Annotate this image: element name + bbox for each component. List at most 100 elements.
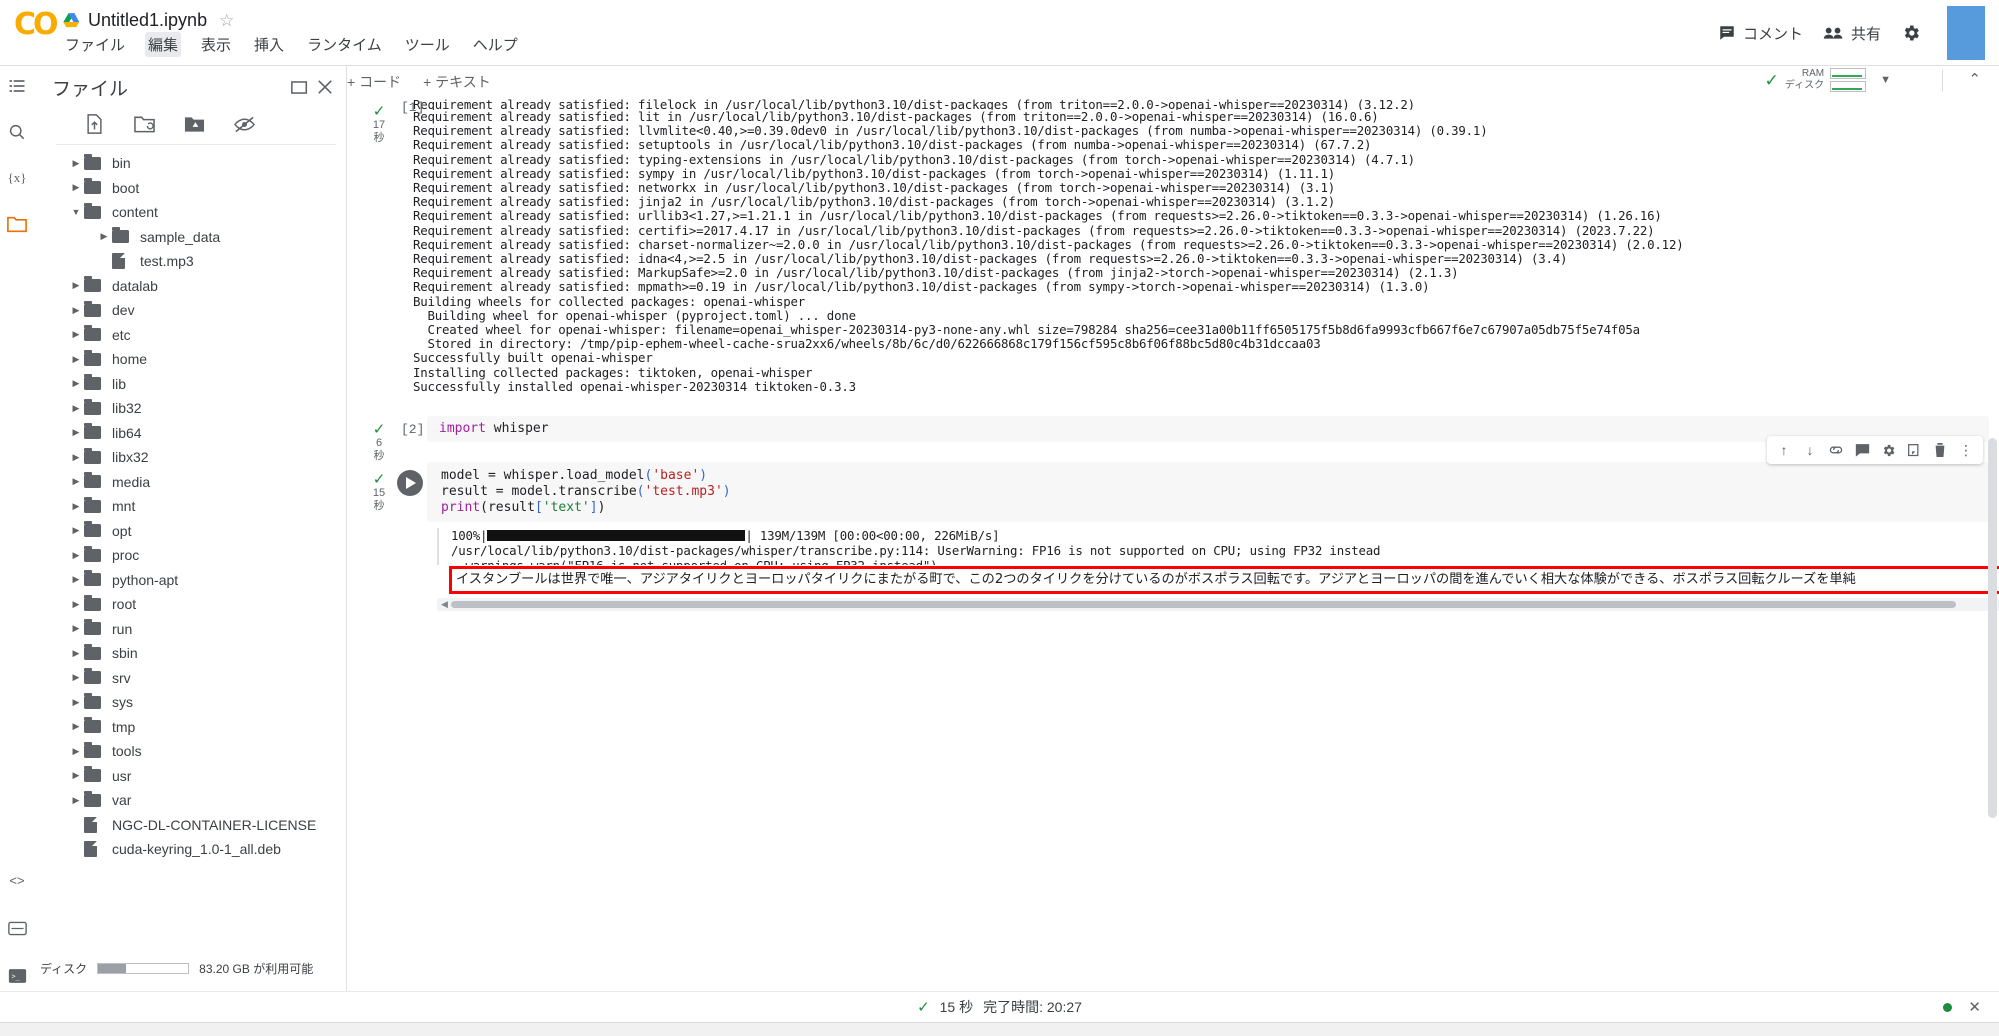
- cell-3-code[interactable]: model = whisper.load_model('base') resul…: [427, 462, 1989, 523]
- settings-button[interactable]: [1891, 17, 1931, 49]
- chevron-up-icon[interactable]: ⌃: [1968, 70, 1981, 88]
- user-avatar[interactable]: [1947, 6, 1985, 60]
- chevron-right-icon[interactable]: ▶: [68, 501, 84, 512]
- menu-help[interactable]: ヘルプ: [470, 32, 521, 57]
- menu-file[interactable]: ファイル: [62, 32, 128, 57]
- cell-2-code[interactable]: import whisper: [427, 416, 1989, 443]
- chevron-right-icon[interactable]: ▶: [68, 746, 84, 757]
- chevron-down-icon[interactable]: ▼: [68, 207, 84, 217]
- add-comment-icon[interactable]: [1849, 437, 1875, 463]
- delete-cell-icon[interactable]: [1927, 437, 1953, 463]
- run-cell-button[interactable]: [397, 470, 423, 497]
- tree-folder-row[interactable]: ▶ var: [34, 788, 346, 813]
- tree-folder-row[interactable]: ▶ sample_data: [34, 225, 346, 250]
- tree-folder-row[interactable]: ▶ opt: [34, 519, 346, 544]
- tree-folder-row[interactable]: ▶ mnt: [34, 494, 346, 519]
- close-icon[interactable]: [312, 74, 338, 100]
- scrollbar-thumb[interactable]: [451, 601, 1956, 609]
- search-icon[interactable]: [5, 120, 29, 144]
- output-horizontal-scrollbar[interactable]: ◀ ▶: [437, 598, 1999, 612]
- tree-folder-row[interactable]: ▶ run: [34, 617, 346, 642]
- chevron-right-icon[interactable]: ▶: [68, 574, 84, 585]
- tree-folder-row[interactable]: ▶ etc: [34, 323, 346, 348]
- chevron-right-icon[interactable]: ▶: [68, 672, 84, 683]
- chevron-right-icon[interactable]: ▶: [68, 623, 84, 634]
- tree-folder-row[interactable]: ▶ lib64: [34, 421, 346, 446]
- chevron-right-icon[interactable]: ▶: [68, 599, 84, 610]
- notebook-title[interactable]: Untitled1.ipynb: [88, 10, 207, 31]
- upload-icon[interactable]: [82, 112, 106, 136]
- chevron-right-icon[interactable]: ▶: [68, 403, 84, 414]
- scroll-left-icon[interactable]: ◀: [437, 599, 452, 610]
- chevron-right-icon[interactable]: ▶: [68, 476, 84, 487]
- variables-icon[interactable]: {x}: [5, 166, 29, 190]
- terminal-icon[interactable]: >_: [5, 964, 29, 988]
- menu-insert[interactable]: 挿入: [251, 32, 287, 57]
- add-code-cell-button[interactable]: + コード: [347, 72, 401, 92]
- cell-2-editor[interactable]: import whisper: [427, 416, 1989, 443]
- tree-folder-row[interactable]: ▶ proc: [34, 543, 346, 568]
- colab-logo[interactable]: CO: [14, 10, 60, 40]
- toggle-hidden-icon[interactable]: [232, 112, 256, 136]
- tree-folder-row[interactable]: ▼ content: [34, 200, 346, 225]
- chevron-right-icon[interactable]: ▶: [68, 182, 84, 193]
- tree-folder-row[interactable]: ▶ python-apt: [34, 568, 346, 593]
- chevron-down-icon[interactable]: ▼: [1880, 74, 1891, 86]
- link-to-cell-icon[interactable]: [1823, 437, 1849, 463]
- menu-view[interactable]: 表示: [198, 32, 234, 57]
- tree-folder-row[interactable]: ▶ lib: [34, 372, 346, 397]
- command-palette-icon[interactable]: [5, 916, 29, 940]
- chevron-right-icon[interactable]: ▶: [96, 231, 112, 242]
- chevron-right-icon[interactable]: ▶: [68, 721, 84, 732]
- files-icon[interactable]: [5, 212, 29, 236]
- chevron-right-icon[interactable]: ▶: [68, 354, 84, 365]
- tree-folder-row[interactable]: ▶ dev: [34, 298, 346, 323]
- tree-folder-row[interactable]: ▶ media: [34, 470, 346, 495]
- refresh-folder-icon[interactable]: [132, 112, 156, 136]
- code-snippets-icon[interactable]: <>: [5, 868, 29, 892]
- tree-folder-row[interactable]: ▶ tools: [34, 739, 346, 764]
- tree-folder-row[interactable]: ▶ lib32: [34, 396, 346, 421]
- mount-drive-icon[interactable]: [182, 112, 206, 136]
- chevron-right-icon[interactable]: ▶: [68, 697, 84, 708]
- chevron-right-icon[interactable]: ▶: [68, 280, 84, 291]
- chevron-right-icon[interactable]: ▶: [68, 525, 84, 536]
- menu-runtime[interactable]: ランタイム: [304, 32, 385, 57]
- tree-folder-row[interactable]: ▶ libx32: [34, 445, 346, 470]
- menu-tools[interactable]: ツール: [402, 32, 453, 57]
- close-icon[interactable]: ✕: [1968, 998, 1981, 1016]
- chevron-right-icon[interactable]: ▶: [68, 795, 84, 806]
- chevron-right-icon[interactable]: ▶: [68, 329, 84, 340]
- cell-3-editor[interactable]: model = whisper.load_model('base') resul…: [427, 462, 1989, 523]
- tree-folder-row[interactable]: ▶ root: [34, 592, 346, 617]
- more-options-icon[interactable]: ⋮: [1953, 437, 1979, 463]
- chevron-right-icon[interactable]: ▶: [68, 427, 84, 438]
- tree-file-row[interactable]: test.mp3: [34, 249, 346, 274]
- resource-usage-indicator[interactable]: ✓ RAM ディスク ▼: [1765, 68, 1891, 92]
- tree-folder-row[interactable]: ▶ srv: [34, 666, 346, 691]
- chevron-right-icon[interactable]: ▶: [68, 770, 84, 781]
- tree-folder-row[interactable]: ▶ tmp: [34, 715, 346, 740]
- tree-file-row[interactable]: cuda-keyring_1.0-1_all.deb: [34, 837, 346, 862]
- move-cell-down-icon[interactable]: ↓: [1797, 437, 1823, 463]
- tree-folder-row[interactable]: ▶ usr: [34, 764, 346, 789]
- tree-folder-row[interactable]: ▶ home: [34, 347, 346, 372]
- move-cell-up-icon[interactable]: ↑: [1771, 437, 1797, 463]
- chevron-right-icon[interactable]: ▶: [68, 378, 84, 389]
- chevron-right-icon[interactable]: ▶: [68, 452, 84, 463]
- menu-edit[interactable]: 編集: [145, 32, 182, 57]
- chevron-right-icon[interactable]: ▶: [68, 550, 84, 561]
- comment-button[interactable]: コメント: [1708, 17, 1813, 50]
- add-text-cell-button[interactable]: + テキスト: [423, 72, 491, 92]
- open-in-new-icon[interactable]: [286, 74, 312, 100]
- share-button[interactable]: 共有: [1813, 17, 1891, 50]
- tree-file-row[interactable]: NGC-DL-CONTAINER-LICENSE: [34, 813, 346, 838]
- chevron-right-icon[interactable]: ▶: [68, 158, 84, 169]
- toc-icon[interactable]: [5, 74, 29, 98]
- tree-folder-row[interactable]: ▶ datalab: [34, 274, 346, 299]
- star-outline-icon[interactable]: ☆: [219, 12, 234, 29]
- tree-folder-row[interactable]: ▶ bin: [34, 151, 346, 176]
- tree-folder-row[interactable]: ▶ sys: [34, 690, 346, 715]
- chevron-right-icon[interactable]: ▶: [68, 648, 84, 659]
- tree-folder-row[interactable]: ▶ boot: [34, 176, 346, 201]
